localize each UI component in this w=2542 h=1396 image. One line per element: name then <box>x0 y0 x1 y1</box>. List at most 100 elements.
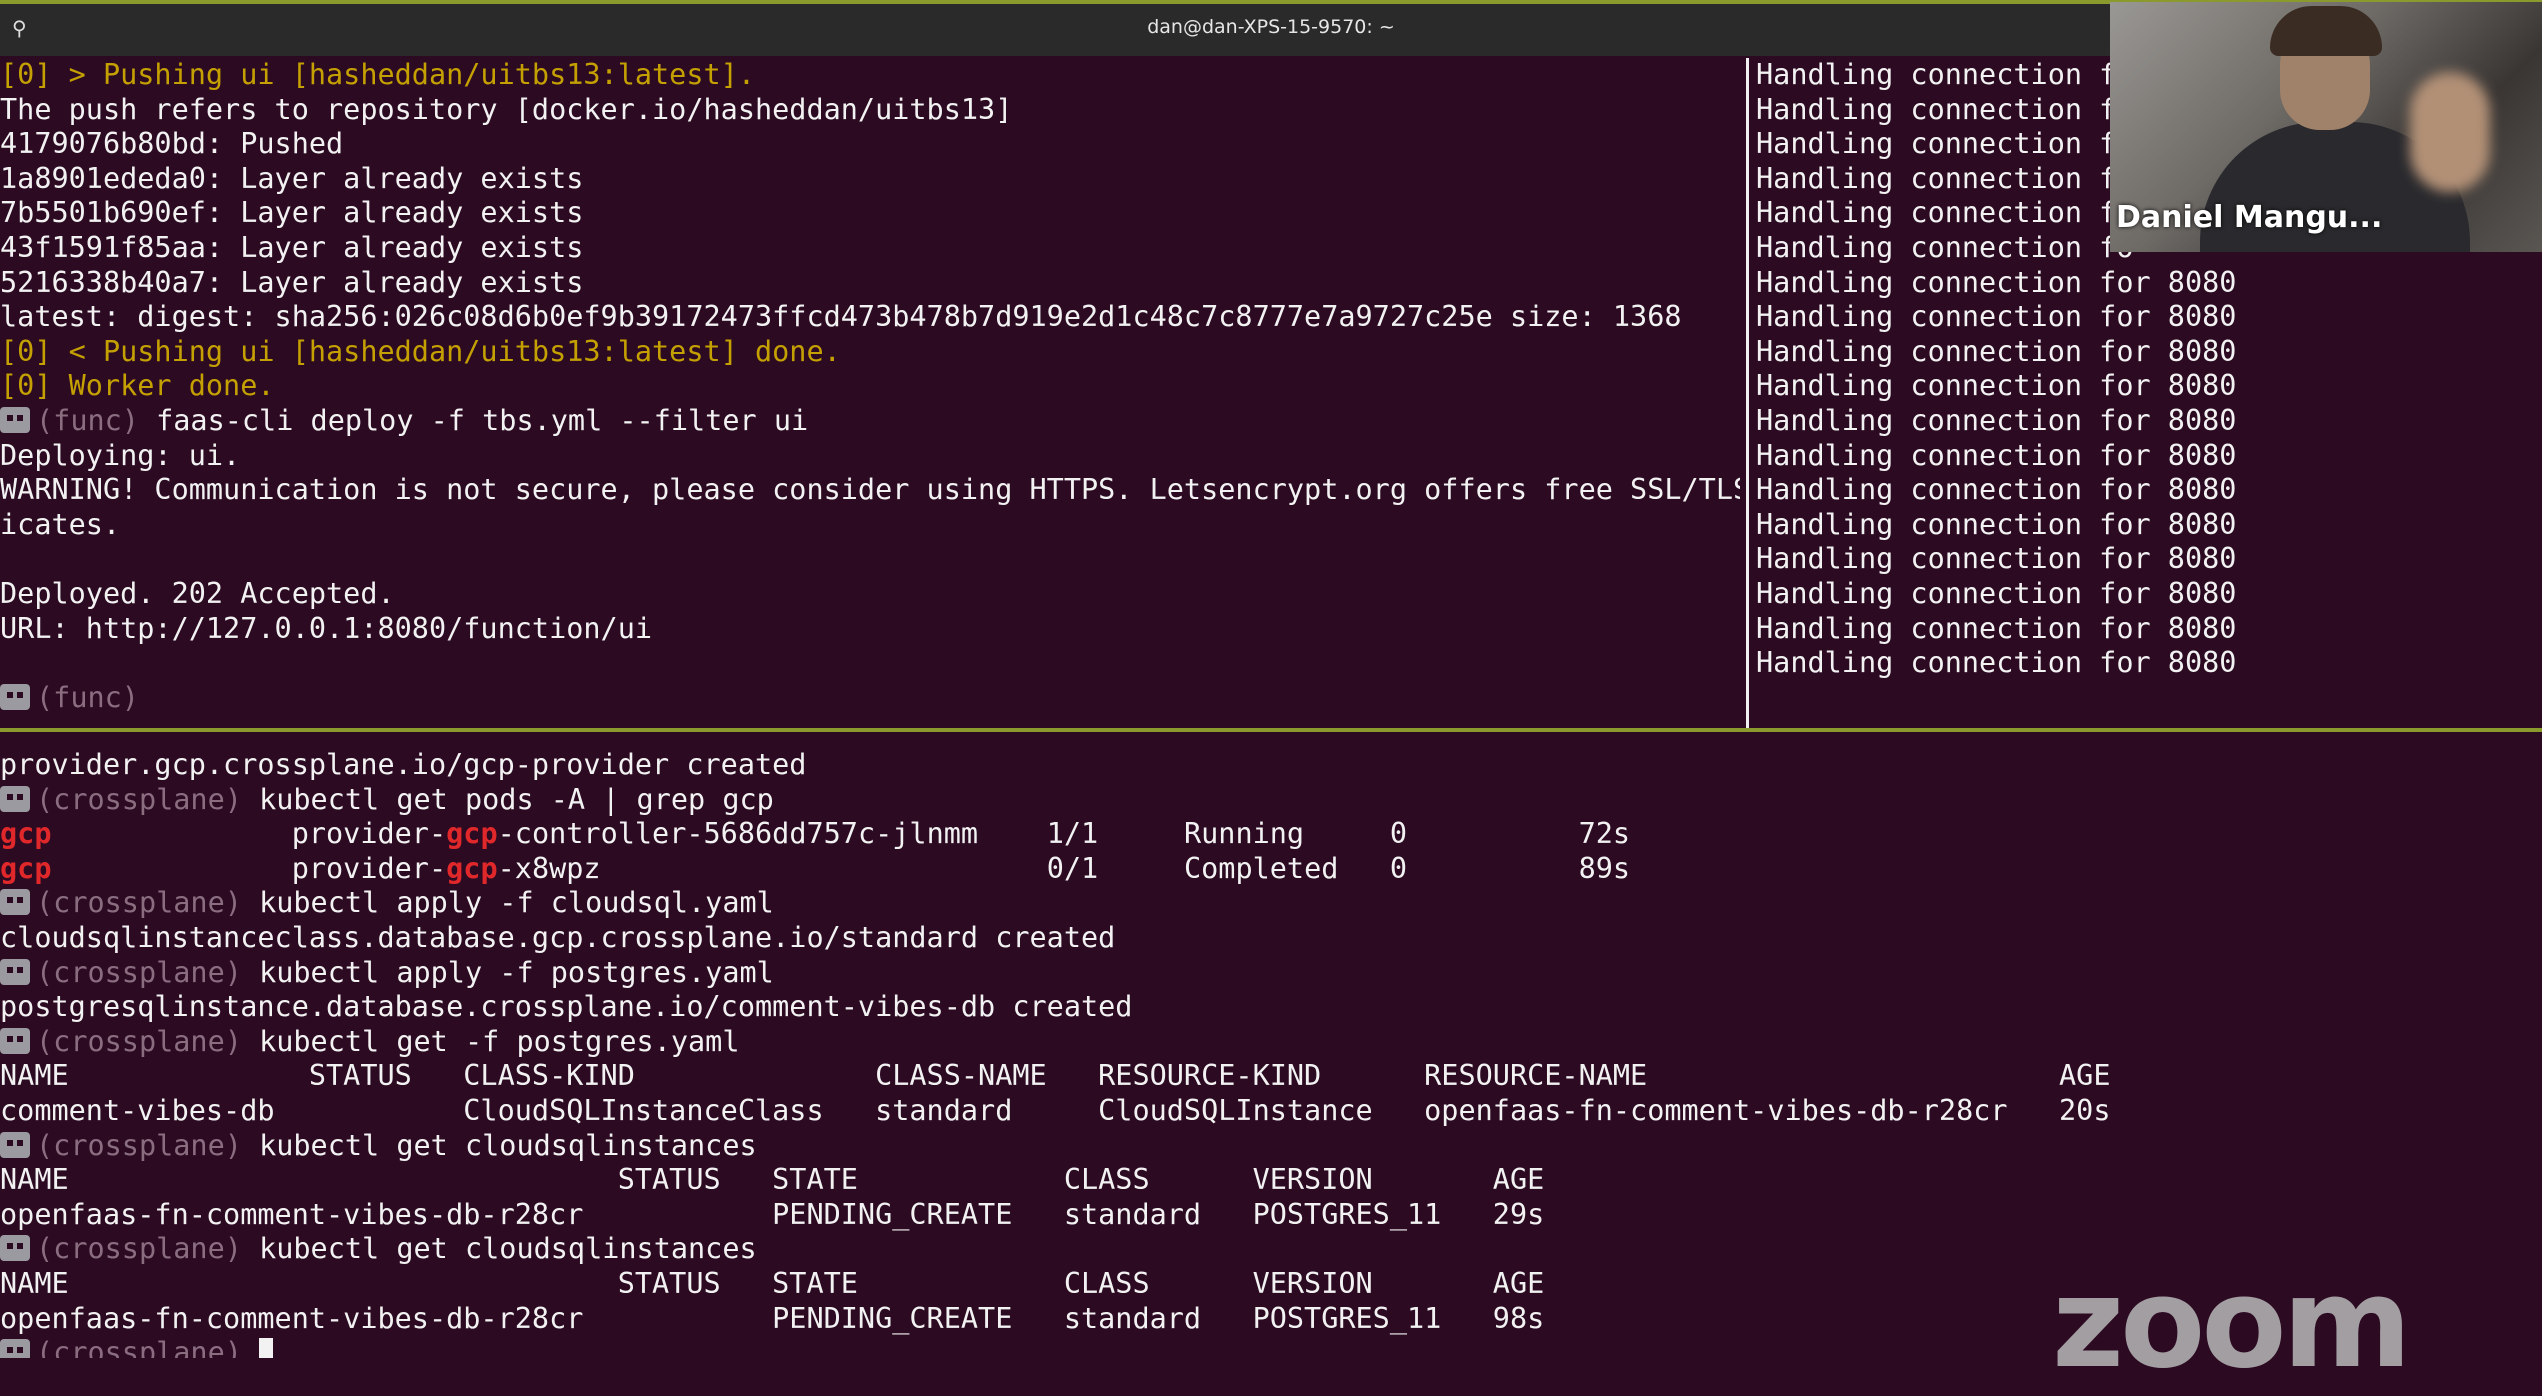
terminal-line: 1a8901ededa0: Layer already exists <box>0 162 1740 197</box>
pane-divider-vertical[interactable] <box>1746 58 1749 728</box>
prompt-context: (crossplane) <box>36 1128 242 1162</box>
robot-prompt-icon <box>0 1235 30 1262</box>
terminal-line-text: Deploying: ui. <box>0 438 241 472</box>
terminal-line-text: Handling connection for 8080 <box>1756 646 2237 680</box>
terminal-line: Handling connection for 8080 <box>1756 508 2542 543</box>
terminal-line-text: cloudsqlinstanceclass.database.gcp.cross… <box>0 920 1116 954</box>
terminal-line-text: postgresqlinstance.database.crossplane.i… <box>0 990 1133 1024</box>
terminal-line: gcp provider-gcp-x8wpz 0/1 Completed 0 8… <box>0 852 2542 887</box>
terminal-line-text: 7b5501b690ef: Layer already exists <box>0 196 584 230</box>
robot-prompt-icon <box>0 1339 30 1358</box>
webcam-video-tile[interactable]: Daniel Mangu... <box>2110 2 2542 252</box>
terminal-line: openfaas-fn-comment-vibes-db-r28cr PENDI… <box>0 1198 2542 1233</box>
terminal-segment: gcp <box>446 851 498 885</box>
terminal-line: URL: http://127.0.0.1:8080/function/ui <box>0 612 1740 647</box>
terminal-line-text: kubectl apply -f cloudsql.yaml <box>241 886 774 920</box>
terminal-line-text: 1a8901ededa0: Layer already exists <box>0 161 584 195</box>
terminal-segment: provider- <box>51 817 447 851</box>
terminal-cursor <box>259 1338 274 1358</box>
terminal-line-text: WARNING! Communication is not secure, pl… <box>0 473 1740 507</box>
terminal-line: (crossplane) kubectl apply -f postgres.y… <box>0 956 2542 991</box>
terminal-line: Handling connection for 8080 <box>1756 404 2542 439</box>
terminal-line: WARNING! Communication is not secure, pl… <box>0 473 1740 508</box>
prompt-context: (crossplane) <box>36 1336 242 1358</box>
terminal-line: 5216338b40a7: Layer already exists <box>0 266 1740 301</box>
terminal-line-text: NAME STATUS STATE CLASS VERSION AGE <box>0 1163 1545 1197</box>
terminal-line-text: comment-vibes-db CloudSQLInstanceClass s… <box>0 1093 2111 1127</box>
terminal-line-text: kubectl get cloudsqlinstances <box>241 1128 757 1162</box>
terminal-line-text: NAME STATUS CLASS-KIND CLASS-NAME RESOUR… <box>0 1059 2111 1093</box>
terminal-line: Handling connection for 8080 <box>1756 369 2542 404</box>
zoom-watermark: zoom <box>2052 1252 2412 1396</box>
terminal-line: postgresqlinstance.database.crossplane.i… <box>0 990 2542 1025</box>
terminal-line: NAME STATUS STATE CLASS VERSION AGE <box>0 1163 2542 1198</box>
terminal-line: latest: digest: sha256:026c08d6b0ef9b391… <box>0 300 1740 335</box>
terminal-line: Handling connection for 8080 <box>1756 577 2542 612</box>
terminal-line: gcp provider-gcp-controller-5686dd757c-j… <box>0 817 2542 852</box>
terminal-line-text: 43f1591f85aa: Layer already exists <box>0 230 584 264</box>
robot-prompt-icon <box>0 958 30 985</box>
terminal-line: Handling connection for 8080 <box>1756 300 2542 335</box>
terminal-line-text: [0] > Pushing ui [hasheddan/uitbs13:late… <box>0 58 755 91</box>
terminal-segment: gcp <box>0 817 52 851</box>
terminal-line-text: Handling connection fo <box>1756 230 2134 264</box>
terminal-line-text: Handling connection for 8080 <box>1756 507 2237 541</box>
robot-prompt-icon <box>0 406 30 433</box>
terminal-segment: provider- <box>51 851 447 885</box>
terminal-line-text: kubectl get pods -A | grep gcp <box>241 782 774 816</box>
terminal-line: comment-vibes-db CloudSQLInstanceClass s… <box>0 1094 2542 1129</box>
terminal-line: (func) faas-cli deploy -f tbs.yml --filt… <box>0 404 1740 439</box>
terminal-line-text: Handling connection fo <box>1756 196 2134 230</box>
terminal-line-text: kubectl get -f postgres.yaml <box>241 1024 740 1058</box>
prompt-context: (crossplane) <box>36 886 242 920</box>
terminal-segment: -x8wpz 0/1 Completed 0 89s <box>497 851 1631 885</box>
terminal-line-text: icates. <box>0 507 121 541</box>
terminal-line-text: kubectl get cloudsqlinstances <box>241 1232 757 1266</box>
terminal-line: Handling connection for 8080 <box>1756 542 2542 577</box>
terminal-line: Handling connection for 8080 <box>1756 335 2542 370</box>
terminal-line-text: Handling connection for 8080 <box>1756 403 2237 437</box>
participant-hair <box>2270 6 2382 56</box>
terminal-line: (crossplane) kubectl apply -f cloudsql.y… <box>0 886 2542 921</box>
terminal-line-text: provider.gcp.crossplane.io/gcp-provider … <box>0 748 807 781</box>
terminal-line-text: faas-cli deploy -f tbs.yml --filter ui <box>138 403 809 437</box>
terminal-line-text: kubectl apply -f postgres.yaml <box>241 955 774 989</box>
terminal-line-text: URL: http://127.0.0.1:8080/function/ui <box>0 611 653 645</box>
prompt-context: (crossplane) <box>36 1024 242 1058</box>
prompt-context: (func) <box>36 403 139 437</box>
terminal-line: provider.gcp.crossplane.io/gcp-provider … <box>0 748 2542 783</box>
terminal-line-text: Handling connection for 8080 <box>1756 334 2237 368</box>
prompt-context: (crossplane) <box>36 1232 242 1266</box>
terminal-line-text: Handling connection for 8080 <box>1756 576 2237 610</box>
terminal-line: The push refers to repository [docker.io… <box>0 93 1740 128</box>
prompt-context: (func) <box>36 680 139 714</box>
pane-divider-horizontal[interactable] <box>0 728 2542 732</box>
participant-name: Daniel Mangu... <box>2116 200 2383 235</box>
terminal-line-text: openfaas-fn-comment-vibes-db-r28cr PENDI… <box>0 1301 1545 1335</box>
terminal-line-text: Handling connection fo <box>1756 127 2134 161</box>
terminal-line: [0] < Pushing ui [hasheddan/uitbs13:late… <box>0 335 1740 370</box>
terminal-pane-left[interactable]: [0] > Pushing ui [hasheddan/uitbs13:late… <box>0 58 1740 720</box>
terminal-line-text: Handling connection for 8080 <box>1756 265 2237 299</box>
terminal-line: Handling connection for 8080 <box>1756 646 2542 681</box>
terminal-line: icates. <box>0 508 1740 543</box>
terminal-line: Handling connection for 8080 <box>1756 439 2542 474</box>
terminal-line-text: [0] Worker done. <box>0 369 275 403</box>
terminal-line-text: openfaas-fn-comment-vibes-db-r28cr PENDI… <box>0 1197 1545 1231</box>
robot-prompt-icon <box>0 683 30 710</box>
terminal-line: [0] > Pushing ui [hasheddan/uitbs13:late… <box>0 58 1740 93</box>
terminal-line-text: Handling connection for 8080 <box>1756 369 2237 403</box>
terminal-line-text: Handling connection for 8080 <box>1756 300 2237 334</box>
terminal-line-text: 5216338b40a7: Layer already exists <box>0 265 584 299</box>
prompt-context: (crossplane) <box>36 782 242 816</box>
terminal-line: Deploying: ui. <box>0 439 1740 474</box>
terminal-line: 43f1591f85aa: Layer already exists <box>0 231 1740 266</box>
robot-prompt-icon <box>0 1027 30 1054</box>
terminal-line-text: NAME STATUS STATE CLASS VERSION AGE <box>0 1266 1545 1300</box>
terminal-line-text: 4179076b80bd: Pushed <box>0 127 344 161</box>
terminal-line: NAME STATUS CLASS-KIND CLASS-NAME RESOUR… <box>0 1059 2542 1094</box>
robot-prompt-icon <box>0 785 30 812</box>
terminal-line-text: Handling connection fo <box>1756 92 2134 126</box>
